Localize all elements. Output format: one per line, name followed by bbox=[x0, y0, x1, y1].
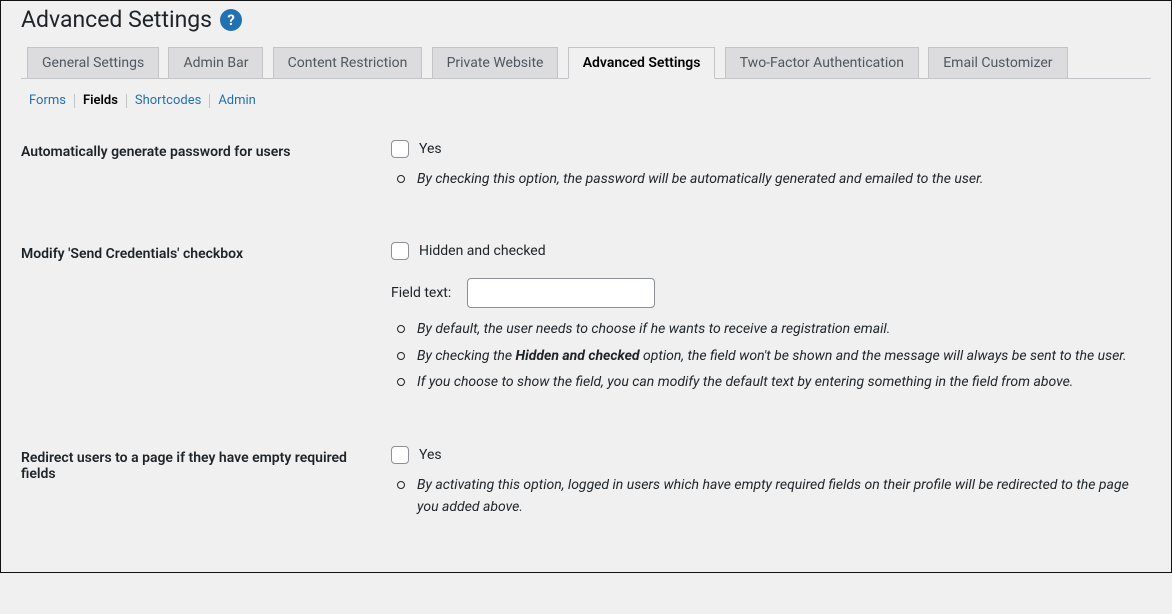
subtab-shortcodes[interactable]: Shortcodes bbox=[127, 89, 209, 112]
send-credentials-description-3: If you choose to show the field, you can… bbox=[391, 371, 1141, 393]
tab-two-factor-auth[interactable]: Two-Factor Authentication bbox=[725, 47, 919, 78]
tab-admin-bar[interactable]: Admin Bar bbox=[168, 47, 263, 78]
subtab-fields[interactable]: Fields bbox=[75, 89, 126, 112]
send-credentials-description-2: By checking the Hidden and checked optio… bbox=[391, 345, 1141, 367]
sub-tabs: Forms Fields Shortcodes Admin bbox=[21, 93, 1151, 108]
auto-password-checkbox[interactable] bbox=[391, 140, 409, 158]
subtab-admin[interactable]: Admin bbox=[210, 89, 264, 112]
subtab-forms[interactable]: Forms bbox=[21, 89, 74, 112]
tab-general-settings[interactable]: General Settings bbox=[27, 47, 159, 78]
page-title: Advanced Settings bbox=[21, 6, 212, 33]
hidden-and-checked-checkbox[interactable] bbox=[391, 242, 409, 260]
auto-password-label: Automatically generate password for user… bbox=[21, 122, 391, 224]
redirect-empty-label: Redirect users to a page if they have em… bbox=[21, 428, 391, 553]
hidden-and-checked-checkbox-label: Hidden and checked bbox=[419, 243, 546, 259]
redirect-empty-checkbox-label: Yes bbox=[419, 447, 442, 463]
redirect-empty-description: By activating this option, logged in use… bbox=[391, 474, 1141, 519]
field-text-label: Field text: bbox=[391, 285, 451, 301]
help-icon[interactable]: ? bbox=[220, 9, 242, 31]
tab-content-restriction[interactable]: Content Restriction bbox=[273, 47, 423, 78]
send-credentials-description-1: By default, the user needs to choose if … bbox=[391, 318, 1141, 340]
tab-advanced-settings[interactable]: Advanced Settings bbox=[568, 47, 716, 79]
tab-private-website[interactable]: Private Website bbox=[432, 47, 559, 78]
field-text-input[interactable] bbox=[467, 278, 655, 308]
auto-password-description: By checking this option, the password wi… bbox=[391, 168, 1141, 190]
auto-password-checkbox-label: Yes bbox=[419, 141, 442, 157]
send-credentials-label: Modify 'Send Credentials' checkbox bbox=[21, 224, 391, 427]
tab-email-customizer[interactable]: Email Customizer bbox=[928, 47, 1067, 78]
redirect-empty-checkbox[interactable] bbox=[391, 446, 409, 464]
primary-tabs: General Settings Admin Bar Content Restr… bbox=[21, 47, 1151, 79]
